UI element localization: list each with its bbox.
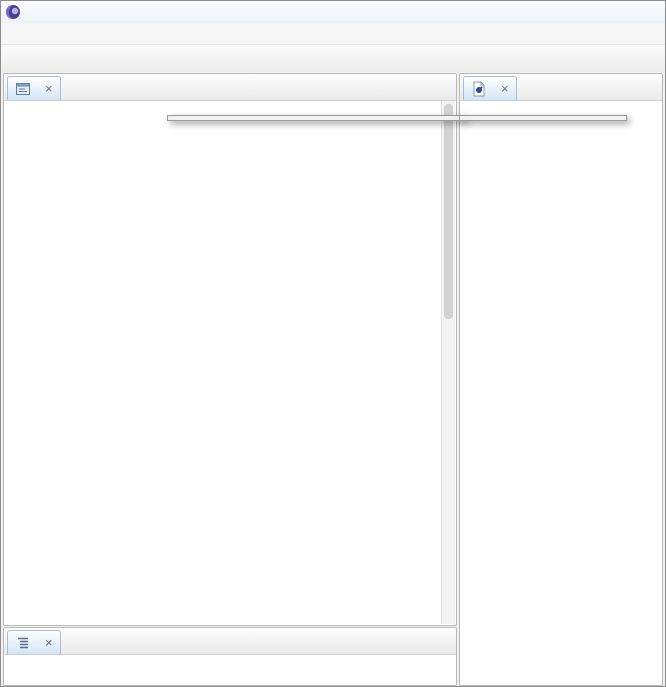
explorer-header: × [4,74,456,101]
explorer-header-buttons [452,97,456,100]
context-menu [167,115,465,121]
editor-header: × [460,74,662,101]
eclipse-logo-icon [5,4,21,20]
menu-bar [1,23,665,45]
script-explorer-view: × [3,73,457,626]
outline-header: × [4,628,456,655]
close-icon[interactable]: × [501,84,509,94]
editor-view: × [459,73,663,686]
script-explorer-icon [15,81,31,97]
title-bar [1,1,665,23]
close-icon[interactable]: × [45,638,53,648]
tab-core-event[interactable]: × [463,76,517,100]
tab-script-explorer[interactable]: × [7,76,61,100]
eclipse-window: × × [0,0,666,687]
close-icon[interactable]: × [45,84,53,94]
lua-file-icon [471,81,487,97]
scrollbar-thumb[interactable] [444,104,453,319]
new-submenu [459,115,627,121]
outline-view: × [3,627,457,686]
code-area[interactable] [460,101,662,685]
project-tree [5,101,442,625]
explorer-scrollbar[interactable] [441,101,455,624]
workbench: × × [1,72,665,686]
tab-outline[interactable]: × [7,630,61,654]
main-toolbar [1,45,665,73]
outline-icon [15,635,31,651]
editor-header-buttons [658,97,662,100]
